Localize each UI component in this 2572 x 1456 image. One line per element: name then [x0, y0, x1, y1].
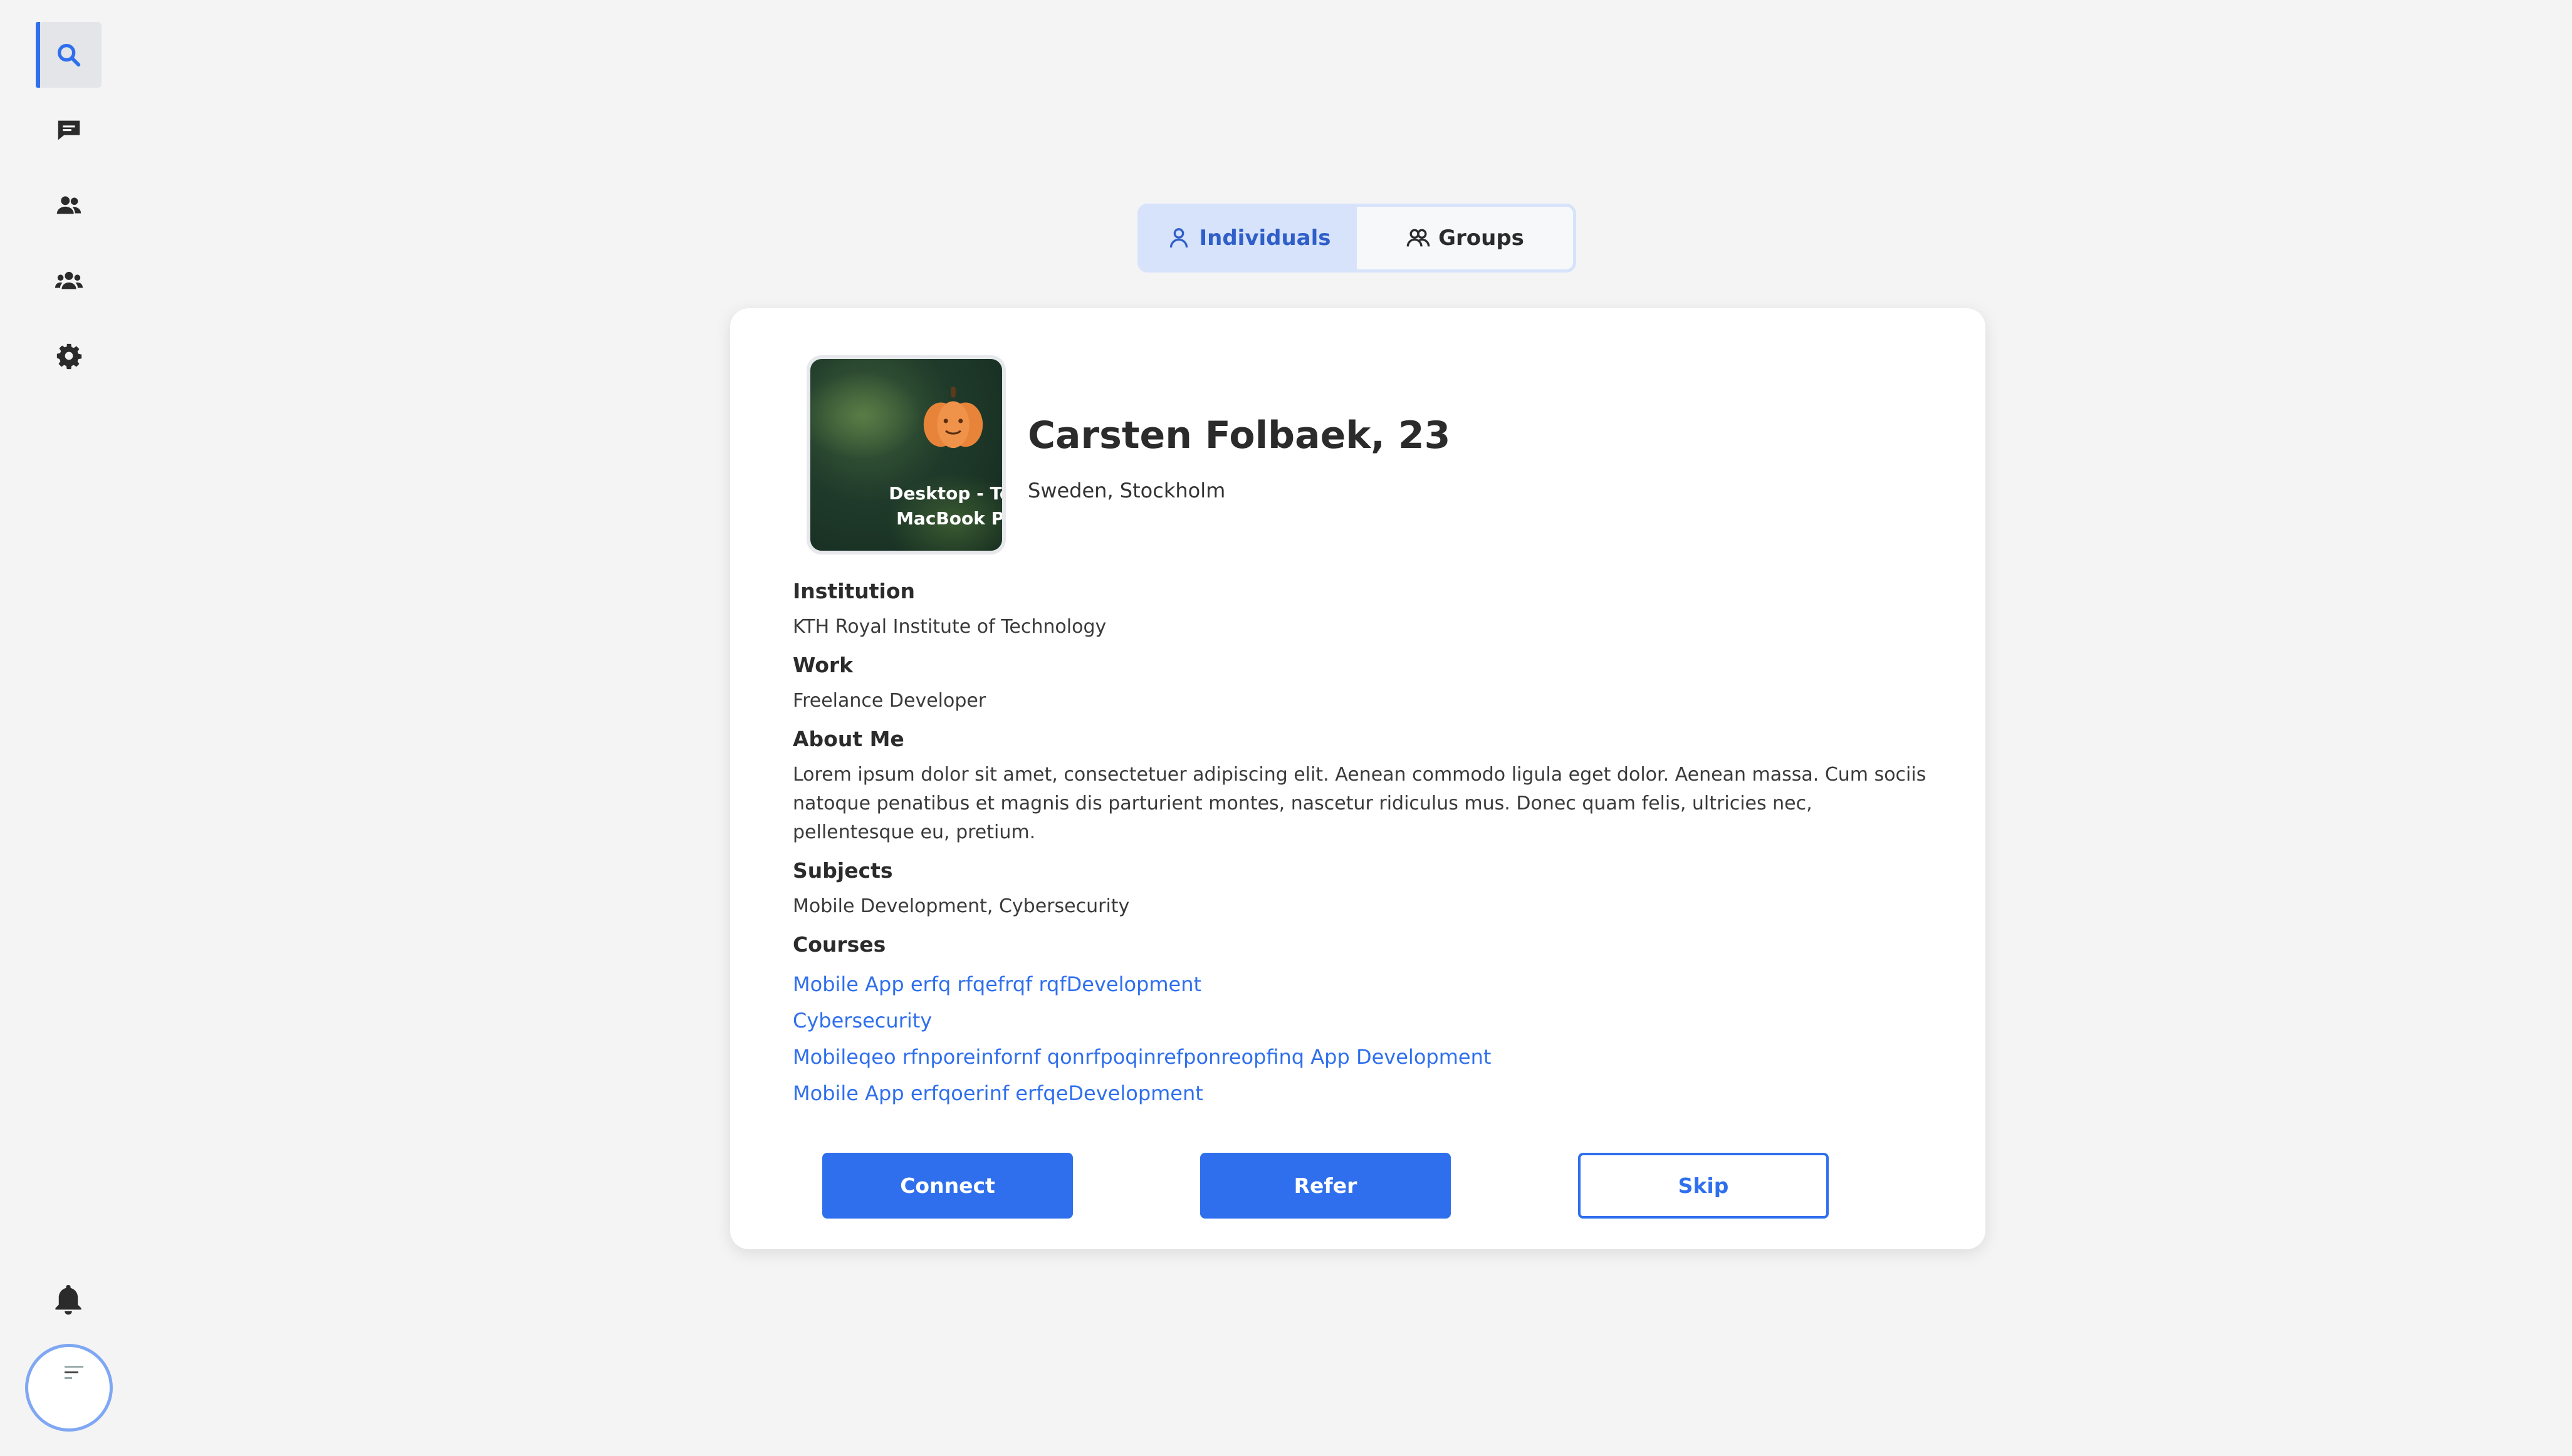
courses-section: Courses Mobile App erfq rfqefrqf rqfDeve…: [793, 931, 1933, 1111]
course-link[interactable]: Cybersecurity: [793, 1002, 1933, 1039]
avatar-image: [65, 1366, 83, 1388]
institution-section: Institution KTH Royal Institute of Techn…: [793, 578, 1933, 642]
bell-icon[interactable]: [50, 1281, 86, 1318]
subjects-section: Subjects Mobile Development, Cybersecuri…: [793, 857, 1933, 921]
sidebar-item-settings[interactable]: [36, 323, 102, 388]
photo-caption: Desktop - Ter MacBook Pr: [889, 483, 1006, 529]
profile-location: Sweden, Stockholm: [1028, 479, 1226, 502]
profile-card: Desktop - Ter MacBook Pr Carsten Folbaek…: [730, 308, 1985, 1249]
about-section: About Me Lorem ipsum dolor sit amet, con…: [793, 725, 1933, 847]
about-label: About Me: [793, 727, 904, 751]
about-text: Lorem ipsum dolor sit amet, consectetuer…: [793, 764, 1926, 843]
work-value: Freelance Developer: [793, 690, 986, 712]
people-outline-icon: [1406, 229, 1430, 247]
pumpkin-image: [923, 386, 983, 449]
course-link[interactable]: Mobile App erfq rfqefrqf rqfDevelopment: [793, 966, 1933, 1002]
sidebar-item-people[interactable]: [36, 172, 102, 238]
sidebar-item-messages[interactable]: [36, 97, 102, 163]
tab-individuals-label: Individuals: [1199, 226, 1331, 251]
work-section: Work Freelance Developer: [793, 652, 1933, 715]
connect-button[interactable]: Connect: [822, 1153, 1073, 1219]
view-toggle: Individuals Groups: [1137, 204, 1576, 273]
app-root: Individuals Groups Desktop - T MacBook P…: [0, 0, 2572, 1456]
tab-groups-label: Groups: [1438, 226, 1524, 251]
profile-details: Institution KTH Royal Institute of Techn…: [793, 578, 1933, 1121]
courses-label: Courses: [793, 932, 886, 957]
institution-label: Institution: [793, 579, 916, 603]
group-icon: [55, 271, 83, 289]
tab-groups[interactable]: Groups: [1357, 207, 1573, 269]
sidebar: [0, 0, 138, 1456]
work-label: Work: [793, 653, 854, 677]
profile-name: Carsten Folbaek, 23: [1028, 413, 1451, 457]
chat-icon: [58, 120, 80, 140]
profile-photo: Desktop - Ter MacBook Pr: [807, 355, 1006, 554]
people-icon: [56, 195, 81, 214]
skip-button[interactable]: Skip: [1578, 1153, 1829, 1219]
tab-individuals[interactable]: Individuals: [1141, 207, 1357, 269]
search-icon: [57, 43, 80, 66]
gear-icon: [56, 343, 81, 369]
sidebar-item-search[interactable]: [36, 22, 102, 88]
course-link[interactable]: Mobileqeo rfnporeinfornf qonrfpoqinrefpo…: [793, 1039, 1933, 1075]
subjects-label: Subjects: [793, 858, 893, 883]
course-link[interactable]: Mobile App erfqoerinf erfqeDevelopment: [793, 1075, 1933, 1111]
profile-avatar[interactable]: [25, 1344, 113, 1432]
sidebar-item-groups[interactable]: [36, 247, 102, 313]
refer-button[interactable]: Refer: [1200, 1153, 1451, 1219]
person-icon: [1170, 228, 1188, 248]
institution-value: KTH Royal Institute of Technology: [793, 616, 1107, 638]
course-list: Mobile App erfq rfqefrqf rqfDevelopment …: [793, 966, 1933, 1111]
subjects-value: Mobile Development, Cybersecurity: [793, 895, 1130, 917]
